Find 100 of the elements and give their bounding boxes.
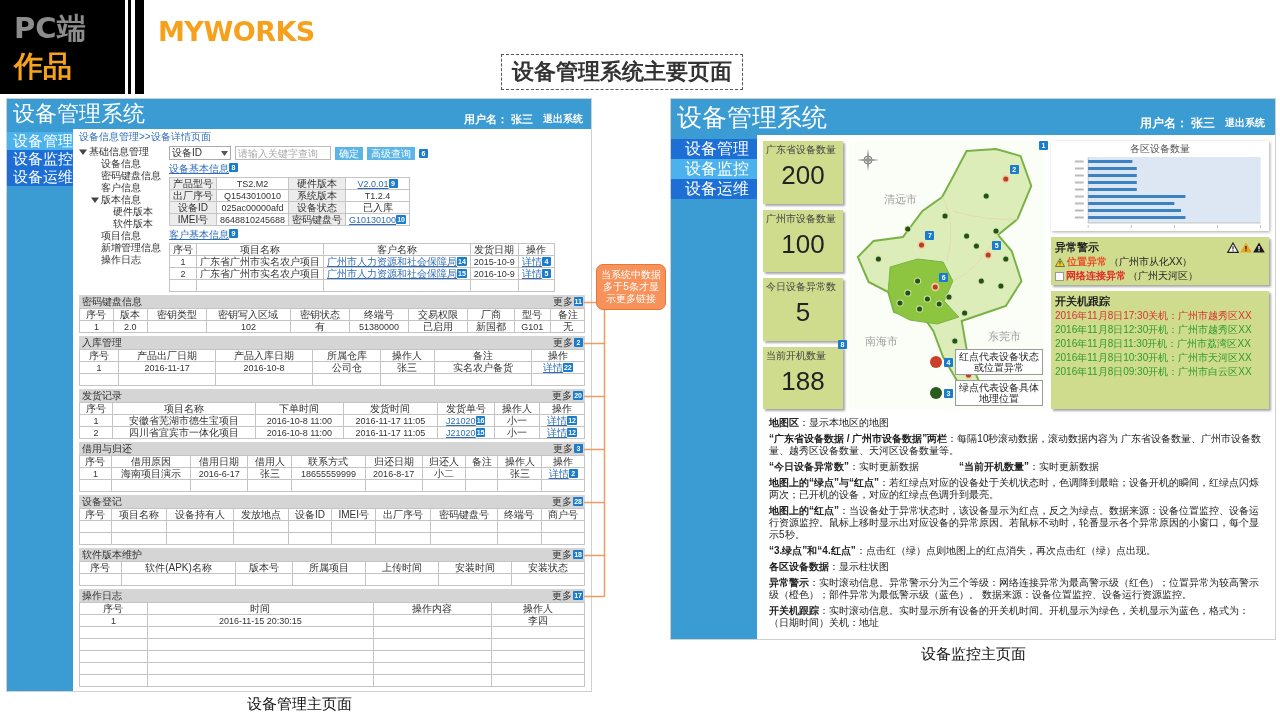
sidebar-item[interactable]: 设备运维: [671, 179, 757, 199]
column-header: 操作人: [491, 602, 585, 615]
sidebar-item[interactable]: 设备监控: [7, 150, 73, 168]
table-cell: 1: [79, 467, 112, 480]
note-paragraph: “今日设备异常数”：实时更新数据: [769, 461, 919, 473]
column-header: 商户号: [541, 508, 585, 521]
tree-item[interactable]: 硬件版本: [113, 206, 153, 218]
row-header: 硬件版本: [288, 177, 346, 190]
table-cell: 102: [206, 320, 291, 333]
stat-label: 广州市设备数量: [766, 212, 837, 225]
column-header: 备注: [465, 455, 498, 468]
column-header: 设备持有人: [166, 508, 234, 521]
note-paragraph: 地图上的“绿点”与“红点”：若红绿点对应的设备处于关机状态时，色调降到最暗；设备开机的瞬间，红绿点闪烁两次；已开机的设备，对应的红绿点色调升到最亮。: [769, 477, 1260, 501]
table-link[interactable]: 详情: [548, 467, 569, 479]
table-link[interactable]: J21020: [446, 415, 476, 426]
column-header: 版本: [113, 308, 148, 321]
column-header: 项目名称: [112, 402, 256, 415]
column-header: 借用人: [247, 455, 292, 468]
more-link[interactable]: 更多: [552, 548, 573, 561]
table-cell: 公司仓: [312, 361, 381, 374]
tree-item[interactable]: 设备信息: [101, 158, 141, 170]
more-link[interactable]: 更多: [553, 336, 573, 349]
table-cell: 海南项目演示: [111, 467, 191, 480]
column-header: 序号: [79, 508, 112, 521]
column-header: 厂商: [467, 308, 515, 321]
column-header: 项目名称: [196, 243, 324, 256]
logout-link[interactable]: 退出系统: [1225, 116, 1265, 130]
more-link[interactable]: 更多: [552, 495, 573, 508]
page-caption: 设备管理主页面: [246, 695, 352, 714]
column-header: 操作人: [380, 349, 435, 362]
table-cell: 025ac00000afd: [216, 201, 289, 214]
tree-item[interactable]: 软件版本: [113, 218, 153, 230]
logout-link[interactable]: 退出系统: [543, 112, 583, 126]
column-header: 时间: [147, 602, 374, 615]
more-link[interactable]: 更多: [552, 295, 573, 308]
column-header: 操作: [539, 402, 585, 415]
table-link[interactable]: 详情: [521, 267, 542, 279]
table-cell: 1: [79, 614, 148, 627]
table-link[interactable]: 广州市人力资源和社会保障局: [327, 255, 457, 267]
column-header: 借用原因: [111, 455, 191, 468]
table-cell: 1: [79, 361, 119, 374]
table-cell: 广东省广州市实名农户项目: [196, 267, 324, 280]
map-label: 南海市: [864, 333, 898, 349]
stat-value: 100: [781, 228, 825, 260]
table-cell: 无: [550, 320, 585, 333]
column-header: 序号: [79, 561, 122, 574]
note-paragraph: 各区设备数据：显示柱状图: [769, 561, 890, 573]
section-link[interactable]: 设备基本信息: [169, 163, 229, 174]
sidebar-item[interactable]: 设备管理: [671, 139, 757, 159]
table-link[interactable]: 详情: [547, 426, 568, 438]
slide-title: 设备管理系统主要页面: [501, 54, 743, 90]
column-header: 所属仓库: [312, 349, 381, 362]
table-cell: 2016-11-17 11:05: [343, 414, 438, 427]
table-cell: 实名农户备货: [434, 361, 532, 374]
more-link[interactable]: 更多: [552, 389, 573, 402]
more-link[interactable]: 更多: [553, 442, 573, 455]
table-cell: 新国都: [467, 320, 515, 333]
table-link[interactable]: 详情: [542, 361, 563, 373]
table-link[interactable]: J21020: [446, 427, 476, 438]
column-header: 操作内容: [373, 602, 492, 615]
table-cell: 李四: [491, 614, 585, 627]
table-cell: G101: [514, 320, 551, 333]
table-cell: 1: [79, 414, 113, 427]
column-header: 借用日期: [190, 455, 248, 468]
table-cell: 2016-8-17: [365, 467, 423, 480]
column-header: 归还日期: [365, 455, 423, 468]
column-header: 终端号: [349, 308, 409, 321]
table-link[interactable]: 广州市人力资源和社会保障局: [327, 267, 457, 279]
tree-item[interactable]: 操作日志: [101, 254, 141, 266]
table-link[interactable]: V2.0.01: [357, 178, 389, 189]
tree-item[interactable]: 密码键盘信息: [101, 170, 161, 182]
table-cell: 2016-10-8 11:00: [255, 426, 344, 439]
alert-type: 位置异常: [1067, 256, 1107, 268]
tree-item[interactable]: 新增管理信息: [101, 242, 161, 254]
warning-icon: [1253, 241, 1265, 253]
tree-item[interactable]: 客户信息: [101, 182, 141, 194]
column-header: 操作人: [494, 402, 540, 415]
column-header: 密钥状态: [290, 308, 350, 321]
tree-item[interactable]: 基础信息管理: [89, 146, 149, 158]
section-link[interactable]: 客户基本信息: [169, 229, 229, 240]
sidebar-item[interactable]: 设备运维: [7, 168, 73, 186]
search-field[interactable]: 请输入关键字查询: [235, 146, 331, 160]
more-link[interactable]: 更多: [552, 589, 573, 602]
tree-item[interactable]: 项目信息: [101, 230, 141, 242]
table-cell: 张三: [247, 467, 292, 480]
tree-item[interactable]: 版本信息: [101, 194, 141, 206]
brand-title: MYWORKS: [158, 16, 315, 47]
section-title: 操作日志: [82, 589, 123, 602]
column-header: 序号: [79, 308, 114, 321]
compass-icon: [857, 149, 879, 171]
table-cell: Q1543010010: [216, 189, 289, 202]
column-header: 上传时间: [365, 561, 439, 574]
table-link[interactable]: G10130100: [349, 214, 397, 225]
log-entry: 2016年11月8日11:30开机：广州市荔湾区XX: [1055, 338, 1252, 350]
panel-title: 异常警示: [1055, 240, 1099, 254]
table-cell: 安徽省芜湖市德生宝项目: [112, 414, 256, 427]
table-cell: 1: [79, 320, 114, 333]
table-link[interactable]: 详情: [547, 414, 568, 426]
filter-dropdown[interactable]: 设备ID: [169, 146, 231, 160]
table-link[interactable]: 详情: [521, 255, 542, 267]
